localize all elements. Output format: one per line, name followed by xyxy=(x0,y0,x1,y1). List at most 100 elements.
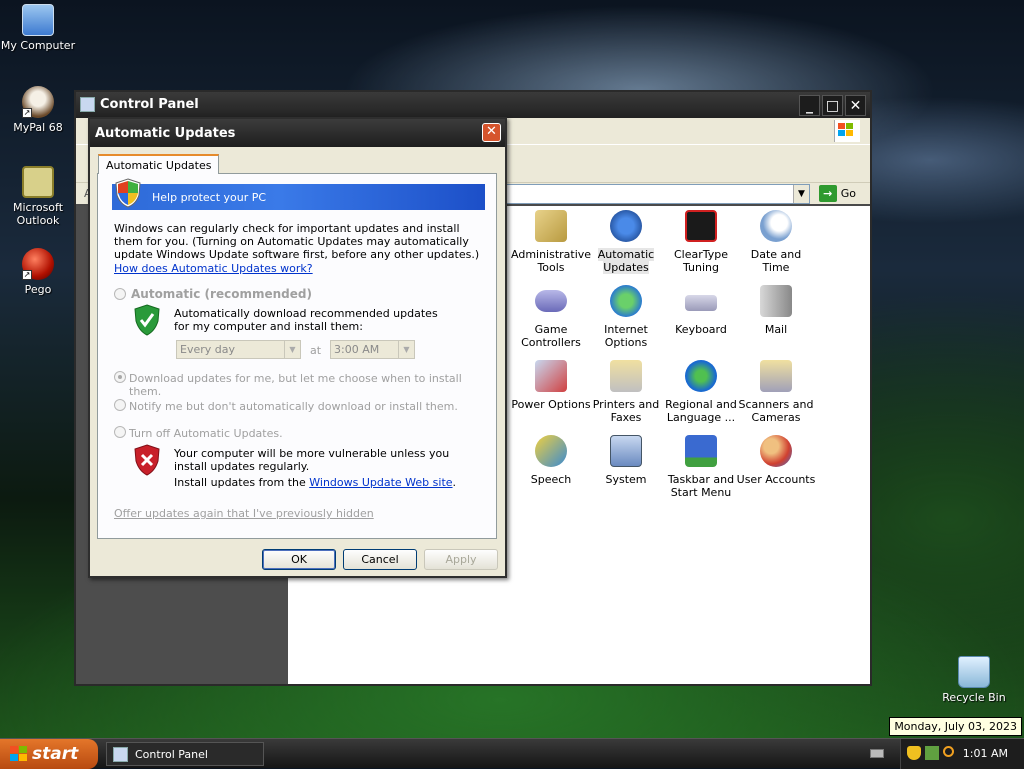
recycle-bin-icon xyxy=(958,656,990,688)
control-panel-icon xyxy=(113,747,128,762)
task-label: Control Panel xyxy=(135,748,208,761)
cp-item-label: Internet Options xyxy=(604,323,648,349)
mail-icon xyxy=(760,285,792,317)
go-label: Go xyxy=(840,187,856,200)
cp-item-scanners-and-cameras[interactable]: Scanners and Cameras xyxy=(736,360,816,424)
windows-logo-icon xyxy=(834,120,860,142)
install-from-text: Install updates from the Windows Update … xyxy=(174,476,456,489)
cp-item-internet-options[interactable]: Internet Options xyxy=(586,285,666,349)
day-select[interactable]: Every day ▼ xyxy=(176,340,301,359)
start-button[interactable]: start xyxy=(0,739,98,769)
tab-automatic-updates[interactable]: Automatic Updates xyxy=(98,154,220,174)
desktop-icon-recycle-bin[interactable]: Recycle Bin xyxy=(936,656,1012,704)
cp-item-label: Automatic Updates xyxy=(597,248,655,274)
automatic-updates-icon xyxy=(610,210,642,242)
cp-item-printers-and-faxes[interactable]: Printers and Faxes xyxy=(586,360,666,424)
cp-item-keyboard[interactable]: Keyboard xyxy=(661,285,741,336)
install-from-suffix: . xyxy=(452,476,457,489)
dialog-title: Automatic Updates xyxy=(95,126,236,141)
cancel-button[interactable]: Cancel xyxy=(343,549,417,570)
cp-item-label: Date and Time xyxy=(750,248,802,274)
maximize-button[interactable]: □ xyxy=(822,95,843,116)
network-icon[interactable] xyxy=(925,746,939,760)
keyboard-icon xyxy=(685,295,717,311)
cp-item-taskbar-and-start-menu[interactable]: Taskbar and Start Menu xyxy=(661,435,741,499)
radio-notify[interactable] xyxy=(114,399,126,411)
address-field[interactable]: ▼ xyxy=(496,184,810,204)
cp-item-label: Regional and Language ... xyxy=(665,398,737,424)
chevron-down-icon: ▼ xyxy=(398,341,414,358)
window-title: Control Panel xyxy=(100,97,199,112)
desktop-icon-label: MyPal 68 xyxy=(13,121,63,134)
globe-icon xyxy=(685,360,717,392)
cp-item-label: Scanners and Cameras xyxy=(738,398,814,424)
minimize-button[interactable]: _ xyxy=(799,95,820,116)
cleartype-icon xyxy=(685,210,717,242)
red-shield-icon xyxy=(133,444,161,479)
date-time-icon xyxy=(760,210,792,242)
date-tooltip: Monday, July 03, 2023 xyxy=(889,717,1022,736)
offer-updates-again-link[interactable]: Offer updates again that I've previously… xyxy=(114,507,374,520)
desktop-icon-label: Pego xyxy=(24,283,52,296)
go-button[interactable]: → Go xyxy=(818,185,856,202)
taskbar-icon xyxy=(685,435,717,467)
speech-icon xyxy=(535,435,567,467)
cp-item-label: Printers and Faxes xyxy=(592,398,660,424)
radio-automatic[interactable] xyxy=(114,288,126,300)
cp-item-mail[interactable]: Mail xyxy=(736,285,816,336)
keyboard-icon[interactable] xyxy=(870,749,884,758)
cp-item-user-accounts[interactable]: User Accounts xyxy=(736,435,816,486)
time-select[interactable]: 3:00 AM ▼ xyxy=(330,340,415,359)
cp-item-system[interactable]: System xyxy=(586,435,666,486)
clock[interactable]: 1:01 AM xyxy=(963,747,1008,760)
control-panel-titlebar[interactable]: Control Panel _ □ ✕ xyxy=(76,92,870,118)
cp-item-label: Mail xyxy=(764,323,788,336)
dialog-titlebar[interactable]: Automatic Updates ✕ xyxy=(90,119,505,147)
control-panel-icon xyxy=(80,97,95,112)
security-center-icon[interactable] xyxy=(907,746,921,760)
cp-item-label: Taskbar and Start Menu xyxy=(667,473,735,499)
desktop-icon-pego[interactable]: ↗ Pego xyxy=(0,248,76,296)
start-label: start xyxy=(32,744,79,764)
apply-button[interactable]: Apply xyxy=(424,549,498,570)
time-select-value: 3:00 AM xyxy=(334,343,380,356)
address-dropdown-button[interactable]: ▼ xyxy=(793,185,809,203)
banner-text: Help protect your PC xyxy=(152,191,267,204)
taskbar-button-control-panel[interactable]: Control Panel xyxy=(106,742,264,766)
desktop-icon-my-computer[interactable]: My Computer xyxy=(0,4,76,52)
desktop-icon-outlook[interactable]: Microsoft Outlook xyxy=(0,166,76,227)
cp-item-label: ClearType Tuning xyxy=(673,248,729,274)
option-automatic-label: Automatic (recommended) xyxy=(131,287,312,301)
automatic-updates-dialog: Automatic Updates ✕ Automatic Updates He… xyxy=(88,117,507,578)
cp-item-date-and-time[interactable]: Date and Time xyxy=(736,210,816,274)
option-notify-label: Notify me but don't automatically downlo… xyxy=(129,400,458,413)
how-it-works-link[interactable]: How does Automatic Updates work? xyxy=(114,262,313,275)
security-shield-icon xyxy=(114,178,142,208)
user-accounts-icon xyxy=(760,435,792,467)
cp-item-automatic-updates[interactable]: Automatic Updates xyxy=(586,210,666,274)
cp-item-power-options[interactable]: Power Options xyxy=(511,360,591,411)
window-controls: _ □ ✕ xyxy=(799,95,866,116)
radio-download[interactable] xyxy=(114,371,126,383)
radio-turn-off[interactable] xyxy=(114,426,126,438)
off-warning-text: Your computer will be more vulnerable un… xyxy=(174,447,450,473)
windows-update-link[interactable]: Windows Update Web site xyxy=(309,476,452,489)
intro-text: Windows can regularly check for importan… xyxy=(114,222,480,261)
cp-item-cleartype-tuning[interactable]: ClearType Tuning xyxy=(661,210,741,274)
scanner-icon xyxy=(760,360,792,392)
internet-options-icon xyxy=(610,285,642,317)
close-button[interactable]: ✕ xyxy=(845,95,866,116)
cp-item-regional-and-language[interactable]: Regional and Language ... xyxy=(661,360,741,424)
green-shield-icon xyxy=(133,304,161,339)
cp-item-game-controllers[interactable]: Game Controllers xyxy=(511,285,591,349)
go-arrow-icon: → xyxy=(818,185,837,202)
dialog-close-button[interactable]: ✕ xyxy=(482,123,501,142)
ok-button[interactable]: OK xyxy=(262,549,336,570)
tab-panel: Help protect your PC Windows can regular… xyxy=(97,173,497,539)
pego-icon: ↗ xyxy=(22,248,54,280)
desktop-icon-mypal[interactable]: ↗ MyPal 68 xyxy=(0,86,76,134)
cp-item-speech[interactable]: Speech xyxy=(511,435,591,486)
search-icon[interactable] xyxy=(943,746,954,757)
help-protect-banner: Help protect your PC xyxy=(112,178,485,210)
cp-item-administrative-tools[interactable]: Administrative Tools xyxy=(511,210,591,274)
